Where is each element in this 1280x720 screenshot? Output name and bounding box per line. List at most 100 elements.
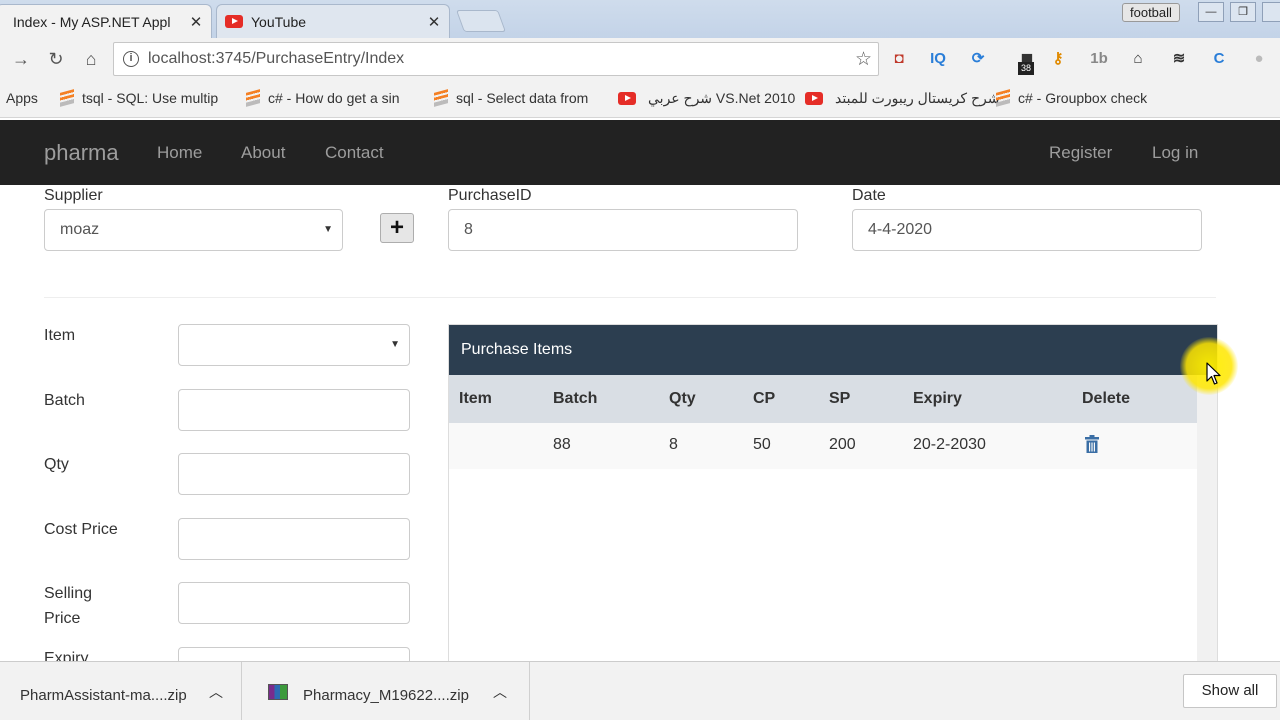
- info-icon[interactable]: i: [123, 51, 139, 67]
- close-icon[interactable]: ✕: [427, 13, 441, 31]
- nav-contact[interactable]: Contact: [325, 143, 384, 163]
- panel-header: Purchase Items: [449, 325, 1217, 375]
- selling-price-label-line2: Price: [44, 610, 81, 627]
- brand-link[interactable]: pharma: [44, 140, 119, 166]
- bookmark-item[interactable]: c# - Groupbox check: [996, 89, 1147, 107]
- home-extension-icon[interactable]: ⌂: [1127, 48, 1149, 70]
- stackoverflow-icon: [996, 89, 1010, 107]
- selling-price-input[interactable]: [178, 582, 410, 624]
- nav-home[interactable]: Home: [157, 143, 202, 163]
- purchase-id-label: PurchaseID: [448, 187, 532, 204]
- nav-about[interactable]: About: [241, 143, 285, 163]
- cost-price-input[interactable]: [178, 518, 410, 560]
- tab-title: YouTube: [251, 13, 307, 30]
- tab-title: Index - My ASP.NET Appl: [13, 13, 171, 30]
- bookmark-item[interactable]: sql - Select data from: [434, 89, 588, 107]
- column-header-sp: SP: [829, 390, 851, 407]
- bookmark-item[interactable]: c# - How do get a sin: [246, 89, 400, 107]
- extension-badge: 38: [1018, 62, 1035, 75]
- purchase-items-panel: Purchase Items Item Batch Qty CP SP Expi…: [448, 324, 1218, 665]
- column-header-item: Item: [459, 390, 492, 407]
- chevron-down-icon: ▼: [390, 339, 400, 350]
- cell-sp: 200: [829, 436, 856, 453]
- show-all-button[interactable]: Show all: [1183, 674, 1277, 708]
- batch-input[interactable]: [178, 389, 410, 431]
- qty-label: Qty: [44, 456, 69, 473]
- download-item[interactable]: Pharmacy_M19622....zip ︿: [242, 662, 530, 720]
- date-input[interactable]: 4-4-2020: [852, 209, 1202, 251]
- profile-button[interactable]: football: [1122, 3, 1180, 22]
- column-header-cp: CP: [753, 390, 776, 407]
- bookmark-star-icon[interactable]: ☆: [855, 48, 872, 71]
- new-tab-button[interactable]: [455, 10, 507, 32]
- tab-index[interactable]: Index - My ASP.NET Appl ✕: [0, 4, 212, 38]
- cost-price-label: Cost Price: [44, 521, 118, 538]
- item-label: Item: [44, 327, 76, 344]
- purchase-id-input[interactable]: 8: [448, 209, 798, 251]
- stackoverflow-icon: [246, 89, 260, 107]
- date-label: Date: [852, 187, 886, 204]
- chevron-down-icon: ▼: [323, 224, 333, 235]
- nav-login[interactable]: Log in: [1152, 143, 1198, 163]
- bookmark-item[interactable]: شرح عربي VS.Net 2010: [618, 90, 795, 107]
- download-item[interactable]: PharmAssistant-ma....zip ︿: [0, 662, 242, 720]
- restore-button[interactable]: ❐: [1230, 2, 1256, 22]
- iq-icon[interactable]: IQ: [927, 48, 949, 70]
- pocket-icon[interactable]: ◘: [888, 48, 910, 70]
- browser-tabstrip: Index - My ASP.NET Appl ✕ YouTube ✕ foot…: [0, 0, 1280, 38]
- youtube-icon: [618, 92, 636, 105]
- batch-label: Batch: [44, 392, 85, 409]
- supplier-select[interactable]: moaz ▼: [44, 209, 343, 251]
- nav-register[interactable]: Register: [1049, 143, 1112, 163]
- bookmark-item[interactable]: tsql - SQL: Use multip: [60, 89, 218, 107]
- bookmarks-bar: Apps tsql - SQL: Use multip c# - How do …: [0, 80, 1280, 118]
- forward-icon[interactable]: →: [10, 48, 32, 70]
- c-extension-icon[interactable]: C: [1208, 48, 1230, 70]
- download-filename: PharmAssistant-ma....zip: [20, 687, 187, 704]
- download-filename: Pharmacy_M19622....zip: [303, 687, 469, 704]
- chevron-up-icon[interactable]: ︿: [209, 682, 223, 702]
- close-window-button[interactable]: [1262, 2, 1280, 22]
- table-header: Item Batch Qty CP SP Expiry Delete: [449, 375, 1197, 423]
- key-icon[interactable]: ⚷: [1047, 48, 1069, 70]
- purchase-id-value: 8: [464, 221, 473, 238]
- cell-batch: 88: [553, 436, 571, 453]
- table-row: 88 8 50 200 20-2-2030: [449, 423, 1197, 469]
- divider: [44, 297, 1216, 298]
- column-header-delete: Delete: [1082, 390, 1131, 407]
- cell-expiry: 20-2-2030: [913, 436, 986, 453]
- qty-input[interactable]: [178, 453, 410, 495]
- table-scrollbar[interactable]: [1197, 375, 1217, 665]
- 1b-icon[interactable]: 1b: [1088, 48, 1110, 70]
- url-text: localhost:3745/PurchaseEntry/Index: [148, 50, 405, 67]
- item-select[interactable]: ▼: [178, 324, 410, 366]
- date-value: 4-4-2020: [868, 221, 933, 238]
- home-icon[interactable]: ⌂: [80, 48, 102, 70]
- layers-icon[interactable]: ≋: [1168, 48, 1190, 70]
- download-shelf: PharmAssistant-ma....zip ︿ Pharmacy_M196…: [0, 661, 1280, 720]
- stackoverflow-icon: [60, 89, 74, 107]
- menu-icon[interactable]: ●: [1248, 48, 1270, 70]
- supplier-value: moaz: [60, 221, 100, 238]
- reload-icon[interactable]: ↻: [45, 48, 67, 70]
- tab-youtube[interactable]: YouTube ✕: [216, 4, 450, 38]
- cell-cp: 50: [753, 436, 771, 453]
- refresh-extension-icon[interactable]: ⟳: [967, 48, 989, 70]
- archive-icon: [268, 684, 288, 700]
- site-navbar: pharma Home About Contact Register Log i…: [0, 120, 1280, 185]
- supplier-label: Supplier: [44, 187, 103, 204]
- bookmark-item[interactable]: شرح كريستال ريبورت للمبتد: [805, 90, 999, 107]
- column-header-qty: Qty: [669, 390, 696, 407]
- add-supplier-button[interactable]: +: [380, 213, 414, 243]
- youtube-icon: [225, 15, 243, 28]
- close-icon[interactable]: ✕: [189, 13, 203, 31]
- stackoverflow-icon: [434, 89, 448, 107]
- trash-icon[interactable]: [1085, 435, 1099, 453]
- minimize-button[interactable]: —: [1198, 2, 1224, 22]
- address-bar[interactable]: i localhost:3745/PurchaseEntry/Index ☆: [113, 42, 879, 76]
- chevron-up-icon[interactable]: ︿: [493, 682, 507, 702]
- bookmark-apps[interactable]: Apps: [6, 90, 38, 106]
- column-header-batch: Batch: [553, 390, 598, 407]
- mouse-cursor-icon: [1206, 362, 1221, 385]
- column-header-expiry: Expiry: [913, 390, 962, 407]
